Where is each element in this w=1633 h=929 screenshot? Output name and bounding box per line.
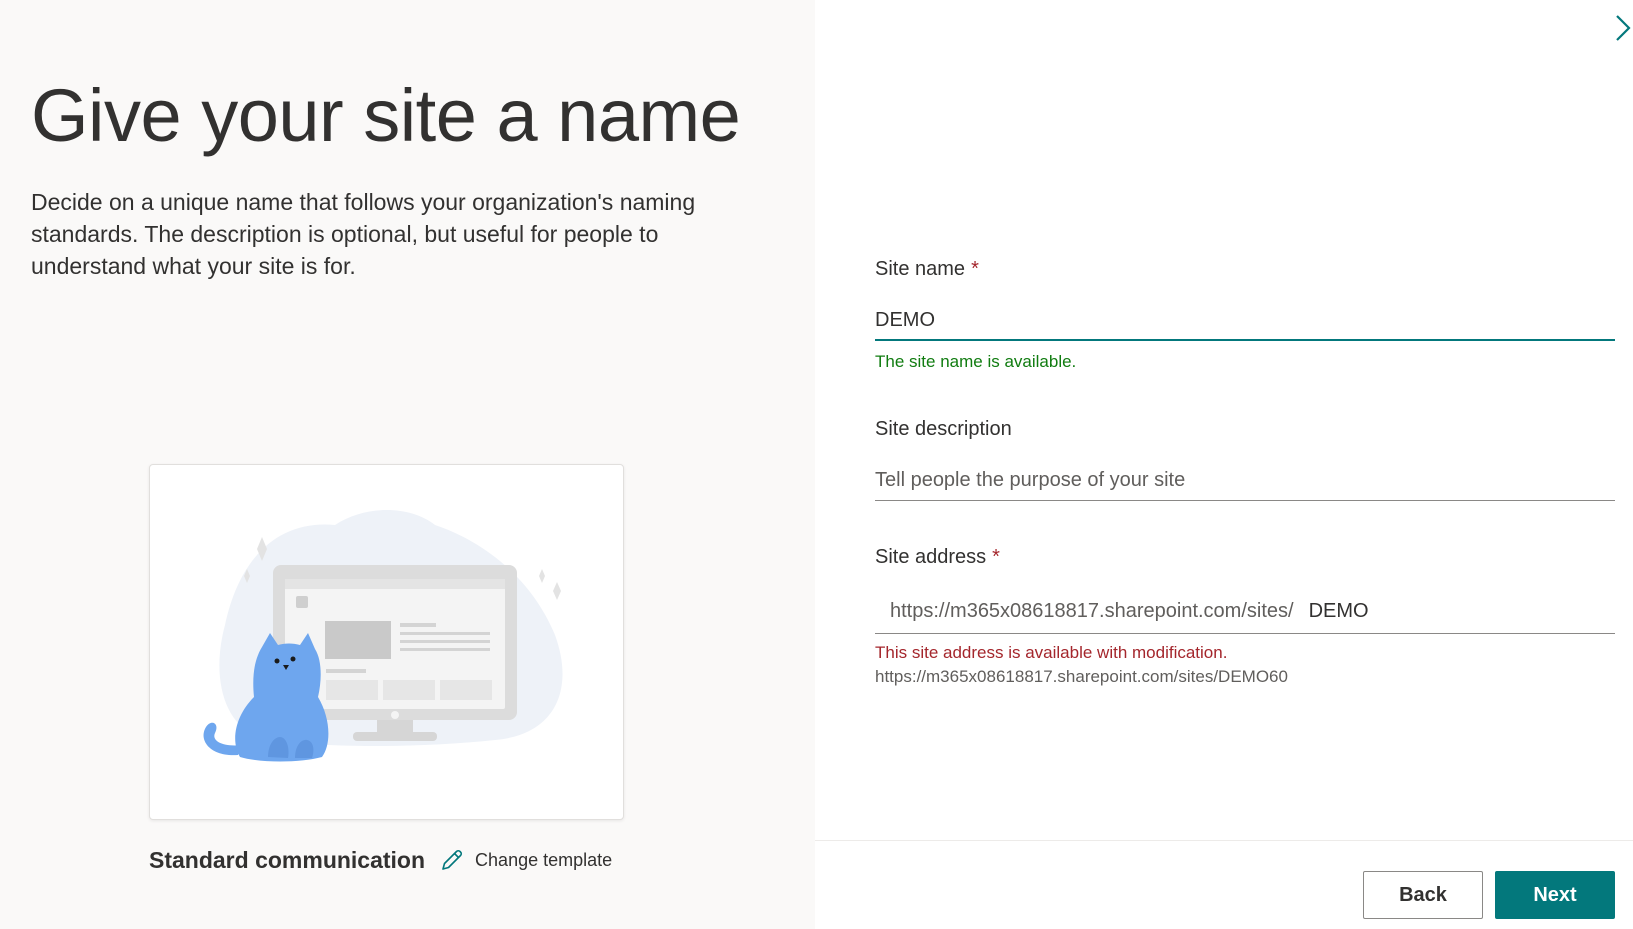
change-template-label: Change template <box>475 849 613 870</box>
site-address-label: Site address * <box>875 546 1000 569</box>
required-marker: * <box>992 546 1000 568</box>
template-preview-card <box>149 464 624 820</box>
site-description-label-text: Site description <box>875 418 1012 440</box>
change-template-button[interactable]: Change template <box>439 847 612 873</box>
form-panel: Site name* The site name is available. S… <box>815 0 1633 929</box>
site-name-label-text: Site name <box>875 258 966 280</box>
pencil-icon <box>442 849 463 870</box>
template-row: Standard communication Change template <box>149 840 612 880</box>
site-name-status: The site name is available. <box>875 352 1077 371</box>
footer-divider <box>815 840 1633 841</box>
page-title: Give your site a name <box>31 74 741 157</box>
intro-text: Decide on a unique name that follows you… <box>31 189 696 279</box>
next-button[interactable]: Next <box>1495 871 1615 919</box>
left-panel: Give your site a name Decide on a unique… <box>0 0 815 929</box>
back-button[interactable]: Back <box>1363 871 1483 919</box>
site-description-label: Site description <box>875 418 1012 441</box>
site-name-input[interactable] <box>875 301 1615 341</box>
site-address-suggested-url: https://m365x08618817.sharepoint.com/sit… <box>875 667 1288 686</box>
site-address-input[interactable] <box>1308 600 1509 623</box>
site-address-label-text: Site address <box>875 546 987 568</box>
site-address-prefix: https://m365x08618817.sharepoint.com/sit… <box>890 600 1294 622</box>
template-name: Standard communication <box>149 846 426 873</box>
required-marker: * <box>971 258 979 280</box>
site-name-label: Site name * <box>875 258 979 281</box>
site-description-input[interactable] <box>875 461 1615 501</box>
template-illustration <box>203 510 563 762</box>
site-address-warning: This site address is available with modi… <box>875 643 1228 662</box>
chevron-right-icon[interactable] <box>1613 12 1633 44</box>
site-address-field: https://m365x08618817.sharepoint.com/sit… <box>875 590 1615 634</box>
create-site-dialog: Give your site a name Decide on a unique… <box>0 0 1633 929</box>
